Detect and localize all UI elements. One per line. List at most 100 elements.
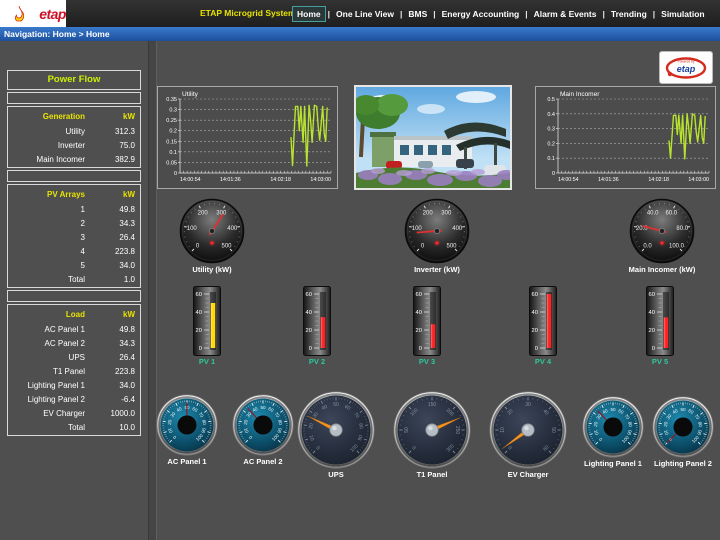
utility-trend-chart[interactable]: Utility00.050.10.150.20.250.30.3514:00:5… (157, 86, 338, 189)
svg-text:40.0: 40.0 (647, 211, 659, 217)
bar-meter-label: PV 3 (410, 357, 444, 366)
svg-text:14:01:36: 14:01:36 (598, 177, 619, 183)
dial-gauge-lighting-panel-2: 0102030405060708090100Lighting Panel 2 (645, 396, 720, 468)
menu-separator: | (433, 9, 435, 19)
app-title: ETAP Microgrid System (200, 0, 296, 27)
svg-text:50: 50 (260, 405, 266, 410)
table-row: Lighting Panel 134.0 (8, 378, 140, 392)
svg-text:60.0: 60.0 (665, 211, 677, 217)
svg-text:100.0: 100.0 (669, 243, 685, 249)
gauge-label: Utility (kW) (172, 265, 252, 274)
svg-text:0: 0 (174, 171, 177, 177)
svg-text:50: 50 (333, 402, 339, 408)
svg-text:400: 400 (452, 226, 463, 232)
section-header: LoadkW (8, 306, 140, 322)
chart-svg: Main Incomer00.10.20.30.40.514:00:5414:0… (536, 87, 715, 188)
table-row: AC Panel 234.3 (8, 336, 140, 350)
svg-text:20: 20 (196, 328, 202, 334)
menu-separator: | (400, 9, 402, 19)
svg-text:0.25: 0.25 (166, 118, 177, 124)
bar-meter-pv-4: 6040200PV 4 (526, 286, 560, 366)
table-row: Utility312.3 (8, 124, 140, 138)
main-incomer-trend-chart[interactable]: Main Incomer00.10.20.30.40.514:00:5414:0… (535, 86, 716, 189)
table-row: 234.3 (8, 216, 140, 230)
svg-text:14:02:18: 14:02:18 (648, 177, 669, 183)
analog-gauge-main-incomer-kw-: 0.020.040.060.080.0100.0Main Incomer (kW… (622, 198, 702, 274)
svg-text:0.4: 0.4 (547, 112, 555, 118)
svg-text:50: 50 (550, 427, 556, 433)
svg-text:etap: etap (677, 64, 696, 74)
dial-gauge-ev-charger: 0102030405060EV Charger (482, 391, 574, 479)
svg-text:250: 250 (454, 426, 460, 435)
svg-text:0.2: 0.2 (547, 141, 555, 147)
bar-meter-pv-3: 6040200PV 3 (410, 286, 444, 366)
svg-text:80.0: 80.0 (676, 226, 688, 232)
table-row: Total10.0 (8, 420, 140, 434)
svg-text:Main Incomer: Main Incomer (560, 91, 600, 98)
svg-text:40: 40 (306, 310, 312, 316)
chart-svg: Utility00.050.10.150.20.250.30.3514:00:5… (158, 87, 337, 188)
table-row: EV Charger1000.0 (8, 406, 140, 420)
dial-gauge-label: EV Charger (482, 470, 574, 479)
svg-text:14:00:54: 14:00:54 (180, 177, 201, 183)
svg-text:0.1: 0.1 (169, 150, 177, 156)
svg-text:0.2: 0.2 (169, 129, 177, 135)
svg-text:500: 500 (221, 243, 232, 249)
svg-text:50: 50 (680, 407, 686, 412)
table-row: Main Incomer382.9 (8, 152, 140, 166)
menu-item-one-line-view[interactable]: One Line View (332, 6, 398, 22)
menu-separator: | (653, 9, 655, 19)
table-spacer (7, 92, 141, 104)
svg-text:40: 40 (196, 310, 202, 316)
menu-item-simulation[interactable]: Simulation (657, 6, 708, 22)
etap-logo[interactable]: etap (0, 0, 66, 27)
bar-meter-pv-2: 60 40 20 0 PV 2 (300, 286, 334, 366)
main-menu: Home|One Line View|BMS|Energy Accounting… (292, 0, 709, 27)
bar-meter-label: PV 5 (643, 357, 677, 366)
svg-text:0.35: 0.35 (166, 97, 177, 103)
menu-item-alarm-events[interactable]: Alarm & Events (530, 6, 601, 22)
svg-text:20: 20 (306, 328, 312, 334)
svg-text:50: 50 (610, 407, 616, 412)
svg-text:0.3: 0.3 (169, 108, 177, 114)
svg-text:0: 0 (199, 346, 202, 352)
svg-text:500: 500 (446, 243, 457, 249)
svg-text:100: 100 (187, 226, 198, 232)
svg-text:20: 20 (532, 328, 538, 334)
table-row: AC Panel 149.8 (8, 322, 140, 336)
dial-gauge-ups: 0102030405060708090100UPS (290, 391, 382, 479)
svg-text:300: 300 (441, 211, 452, 217)
analog-gauge-utility-kw-: 0100200300400500Utility (kW) (172, 198, 252, 274)
svg-text:14:01:36: 14:01:36 (220, 177, 241, 183)
dial-gauge-t1-panel: 050100150200250300T1 Panel (386, 391, 478, 479)
power-flow-title: Power Flow (7, 70, 141, 90)
etap-oval-logo: Powered by etap (664, 55, 708, 81)
svg-text:80: 80 (357, 423, 364, 430)
svg-text:Powered by: Powered by (678, 59, 695, 63)
dial-gauge-label: UPS (290, 470, 382, 479)
svg-text:40: 40 (649, 310, 655, 316)
svg-text:0: 0 (552, 171, 555, 177)
section-load: LoadkWAC Panel 149.8AC Panel 234.3UPS26.… (7, 304, 141, 436)
bar-meter-label: PV 4 (526, 357, 560, 366)
svg-text:0.0: 0.0 (643, 243, 652, 249)
table-row: UPS26.4 (8, 350, 140, 364)
bar-meter-label: PV 2 (300, 357, 334, 366)
svg-text:0: 0 (419, 346, 422, 352)
photo-scene (356, 87, 510, 188)
menu-item-bms[interactable]: BMS (404, 6, 431, 22)
power-flow-panel: Power Flow GenerationkWUtility312.3Inver… (7, 70, 141, 436)
gauge-led (435, 241, 439, 245)
svg-text:400: 400 (227, 226, 238, 232)
menu-item-trending[interactable]: Trending (607, 6, 651, 22)
svg-text:0.05: 0.05 (166, 160, 177, 166)
svg-text:60: 60 (306, 292, 312, 298)
menu-item-home[interactable]: Home (292, 6, 326, 22)
menu-item-energy-accounting[interactable]: Energy Accounting (438, 6, 524, 22)
gauge-led (210, 241, 214, 245)
svg-text:0: 0 (309, 346, 312, 352)
svg-text:20: 20 (416, 328, 422, 334)
table-row: Inverter75.0 (8, 138, 140, 152)
dial-gauge-label: Lighting Panel 1 (575, 459, 651, 468)
menu-separator: | (525, 9, 527, 19)
